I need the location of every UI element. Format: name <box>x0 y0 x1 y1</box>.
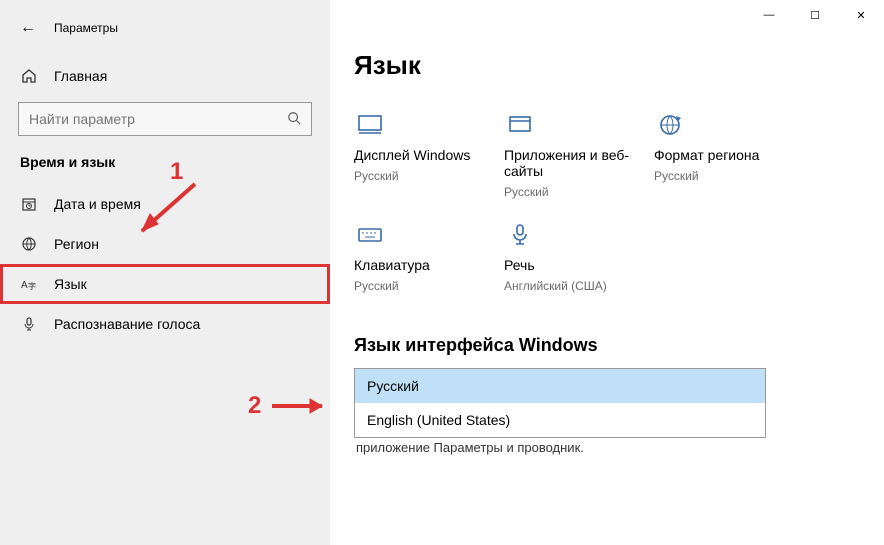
tile-label: Формат региона <box>654 147 759 163</box>
close-button[interactable]: ✕ <box>838 0 884 30</box>
tile-sublabel: Английский (США) <box>504 279 607 293</box>
tile-label: Приложения и веб-сайты <box>504 147 654 179</box>
sidebar-section-title: Время и язык <box>0 154 330 184</box>
tile-monitor[interactable]: Дисплей Windows Русский <box>354 109 504 199</box>
back-arrow-icon[interactable]: ← <box>20 19 36 37</box>
sidebar-item-label: Распознавание голоса <box>54 316 200 332</box>
tile-label: Клавиатура <box>354 257 430 273</box>
sidebar-item-label: Регион <box>54 236 99 252</box>
tile-window[interactable]: Приложения и веб-сайты Русский <box>504 109 654 199</box>
dropdown-option[interactable]: English (United States) <box>355 403 765 437</box>
language-icon: A字 <box>20 276 38 292</box>
monitor-icon <box>354 109 386 141</box>
page-title: Язык <box>354 50 860 81</box>
calendar-icon <box>20 196 38 212</box>
maximize-button[interactable]: ☐ <box>792 0 838 30</box>
dropdown-option[interactable]: Русский <box>355 369 765 403</box>
sidebar-item-globe[interactable]: Регион <box>0 224 330 264</box>
sidebar-home-label: Главная <box>54 68 107 84</box>
tile-label: Дисплей Windows <box>354 147 470 163</box>
app-title: Параметры <box>54 21 118 35</box>
home-icon <box>20 68 38 84</box>
tile-sublabel: Русский <box>654 169 699 183</box>
display-language-dropdown[interactable]: РусскийEnglish (United States) <box>354 368 766 438</box>
tile-region-format[interactable]: Формат региона Русский <box>654 109 804 199</box>
sidebar-item-microphone[interactable]: Распознавание голоса <box>0 304 330 344</box>
keyboard-icon <box>354 219 386 251</box>
truncated-description: приложение Параметры и проводник. <box>354 438 860 455</box>
tile-label: Речь <box>504 257 535 273</box>
svg-text:字: 字 <box>28 281 36 291</box>
microphone-icon <box>20 316 38 332</box>
tile-keyboard[interactable]: Клавиатура Русский <box>354 219 504 293</box>
sidebar-item-label: Язык <box>54 276 87 292</box>
search-icon <box>287 111 301 128</box>
window-icon <box>504 109 536 141</box>
svg-text:A: A <box>21 280 28 291</box>
search-field[interactable] <box>29 111 287 127</box>
sidebar-item-calendar[interactable]: Дата и время <box>0 184 330 224</box>
tile-sublabel: Русский <box>504 185 549 199</box>
tile-sublabel: Русский <box>354 279 399 293</box>
sidebar-item-label: Дата и время <box>54 196 141 212</box>
sidebar-item-language[interactable]: A字 Язык <box>0 264 330 304</box>
region-format-icon <box>654 109 686 141</box>
section-heading-display-language: Язык интерфейса Windows <box>354 335 860 356</box>
sidebar-home[interactable]: Главная <box>0 58 330 94</box>
tile-sublabel: Русский <box>354 169 399 183</box>
globe-icon <box>20 236 38 252</box>
mic-on-stand-icon <box>504 219 536 251</box>
search-input[interactable] <box>18 102 312 136</box>
tile-mic-on-stand[interactable]: Речь Английский (США) <box>504 219 654 293</box>
minimize-button[interactable]: — <box>746 0 792 30</box>
